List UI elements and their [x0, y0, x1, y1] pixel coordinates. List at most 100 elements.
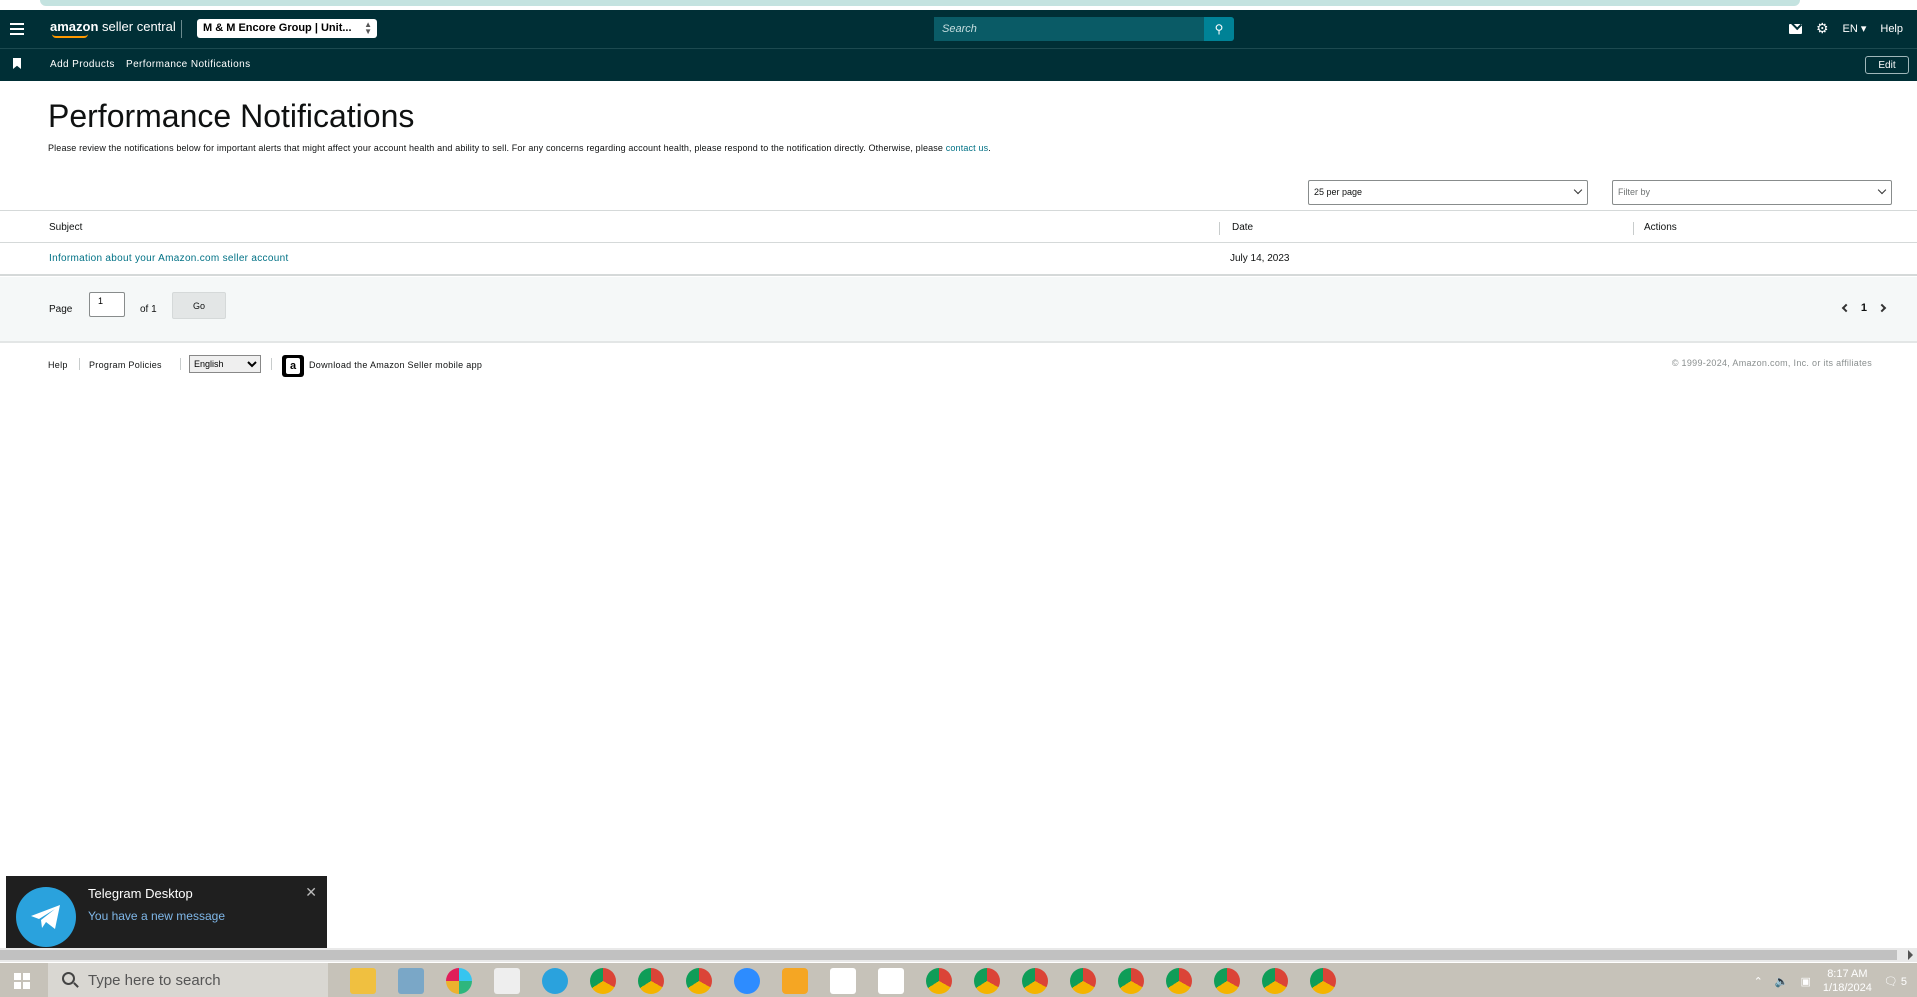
go-button[interactable]: Go	[172, 292, 226, 319]
bookmark-icon[interactable]	[13, 58, 21, 69]
seller-central-logo[interactable]: amazon seller central	[50, 19, 176, 38]
chrome-icon[interactable]	[1070, 968, 1096, 994]
account-switcher[interactable]: M & M Encore Group | Unit... ▲ ▼	[197, 19, 377, 38]
divider	[271, 358, 272, 370]
logo-suffix: seller central	[102, 19, 176, 34]
header-subject[interactable]: Subject	[49, 222, 82, 233]
chrome-icon[interactable]	[974, 968, 1000, 994]
amazon-smile-icon	[52, 34, 88, 38]
chrome-icon[interactable]	[1022, 968, 1048, 994]
divider	[181, 20, 182, 38]
file-explorer-icon[interactable]	[350, 968, 376, 994]
chevron-down-icon	[1573, 185, 1583, 195]
column-divider	[1633, 222, 1634, 235]
footer: Help Program Policies English a Download…	[0, 355, 1917, 377]
search-input[interactable]	[934, 17, 1204, 41]
page-description: Please review the notifications below fo…	[48, 143, 991, 153]
chrome-icon[interactable]	[1166, 968, 1192, 994]
taskbar-search[interactable]: Type here to search	[48, 963, 328, 997]
header-actions: Actions	[1644, 222, 1677, 233]
divider	[180, 358, 181, 370]
zoom-icon[interactable]	[734, 968, 760, 994]
chrome-icon[interactable]	[1262, 968, 1288, 994]
windows-start-icon[interactable]	[14, 973, 30, 989]
app-icon[interactable]	[830, 968, 856, 994]
nav-performance-notifications[interactable]: Performance Notifications	[126, 59, 251, 70]
chrome-icon[interactable]	[926, 968, 952, 994]
horizontal-scrollbar[interactable]	[0, 948, 1917, 962]
chevron-down-icon	[1877, 185, 1887, 195]
volume-icon[interactable]: 🔈	[1775, 975, 1789, 988]
app-icon[interactable]	[398, 968, 424, 994]
copyright: © 1999-2024, Amazon.com, Inc. or its aff…	[1671, 358, 1872, 368]
system-tray: ⌃ 🔈 ▣ 8:17 AM 1/18/2024 🗨 5	[1754, 967, 1907, 995]
notifications-icon[interactable]: 🗨 5	[1884, 975, 1907, 988]
chrome-icon[interactable]	[1118, 968, 1144, 994]
toast-title: Telegram Desktop	[88, 886, 193, 901]
caret-up-icon[interactable]: ⌃	[1754, 975, 1763, 988]
filter-placeholder: Filter by	[1618, 187, 1651, 197]
scroll-right-icon[interactable]	[1908, 950, 1913, 960]
column-divider	[1219, 222, 1220, 235]
search-icon	[62, 972, 75, 985]
app-icon[interactable]	[782, 968, 808, 994]
app-icon[interactable]	[878, 968, 904, 994]
calculator-icon[interactable]	[494, 968, 520, 994]
per-page-select[interactable]: 25 per page	[1308, 180, 1588, 205]
seller-app-icon[interactable]: a	[282, 355, 304, 377]
browser-top-strip	[0, 0, 1917, 10]
page-number-input[interactable]	[89, 292, 125, 317]
chrome-icon[interactable]	[1310, 968, 1336, 994]
clock[interactable]: 8:17 AM 1/18/2024	[1823, 967, 1872, 995]
nav-add-products[interactable]: Add Products	[50, 59, 115, 70]
account-name: M & M Encore Group | Unit...	[203, 22, 352, 34]
notification-subject-link[interactable]: Information about your Amazon.com seller…	[49, 253, 289, 264]
download-app-link[interactable]: Download the Amazon Seller mobile app	[309, 360, 482, 370]
language-selector[interactable]: EN ▾	[1843, 22, 1867, 35]
gear-icon[interactable]: ⚙	[1816, 20, 1829, 37]
notification-count: 5	[1900, 975, 1907, 988]
clock-time: 8:17 AM	[1827, 968, 1868, 980]
clock-date: 1/18/2024	[1822, 982, 1872, 994]
description-text: Please review the notifications below fo…	[48, 143, 944, 153]
toast-message: You have a new message	[88, 909, 225, 923]
telegram-taskbar-icon[interactable]	[542, 968, 568, 994]
table-row: Information about your Amazon.com seller…	[0, 243, 1917, 276]
top-nav: amazon seller central M & M Encore Group…	[0, 10, 1917, 48]
footer-help-link[interactable]: Help	[48, 360, 68, 370]
search-button[interactable]: ⚲	[1204, 17, 1234, 41]
notifications-table: Subject Date Actions Information about y…	[0, 210, 1917, 276]
sub-nav: Add Products Performance Notifications E…	[0, 48, 1917, 81]
windows-taskbar: Type here to search ⌃ 🔈 ▣ 8:17 AM 1/18/2…	[0, 963, 1917, 997]
slack-icon[interactable]	[446, 968, 472, 994]
notification-date: July 14, 2023	[1230, 253, 1290, 264]
search-box: ⚲	[934, 17, 1234, 41]
logo-brand: amazon	[50, 19, 99, 34]
edit-button[interactable]: Edit	[1865, 56, 1909, 74]
telegram-notification[interactable]: Telegram Desktop You have a new message …	[6, 876, 327, 956]
contact-us-link[interactable]: contact us	[946, 143, 989, 153]
program-policies-link[interactable]: Program Policies	[89, 360, 162, 370]
close-icon[interactable]: ✕	[305, 884, 317, 901]
page-label: Page	[49, 304, 73, 315]
chevron-left-icon[interactable]	[1841, 303, 1851, 313]
network-icon[interactable]: ▣	[1801, 975, 1811, 988]
scrollbar-thumb[interactable]	[0, 950, 1897, 960]
help-link[interactable]: Help	[1880, 23, 1903, 35]
up-down-arrow-icon: ▲ ▼	[364, 20, 372, 36]
language-dropdown[interactable]: English	[189, 355, 261, 373]
mail-icon[interactable]	[1788, 23, 1802, 34]
table-header: Subject Date Actions	[0, 210, 1917, 243]
filter-select[interactable]: Filter by	[1612, 180, 1892, 205]
search-icon: ⚲	[1214, 22, 1224, 36]
page-total: of 1	[140, 304, 157, 315]
chrome-icon[interactable]	[1214, 968, 1240, 994]
chrome-icon[interactable]	[590, 968, 616, 994]
header-date[interactable]: Date	[1232, 222, 1253, 233]
hamburger-menu-icon[interactable]	[10, 23, 24, 35]
chrome-icon[interactable]	[686, 968, 712, 994]
chevron-right-icon[interactable]	[1877, 303, 1887, 313]
chrome-icon[interactable]	[638, 968, 664, 994]
current-page[interactable]: 1	[1861, 302, 1867, 314]
page-title: Performance Notifications	[48, 98, 415, 134]
